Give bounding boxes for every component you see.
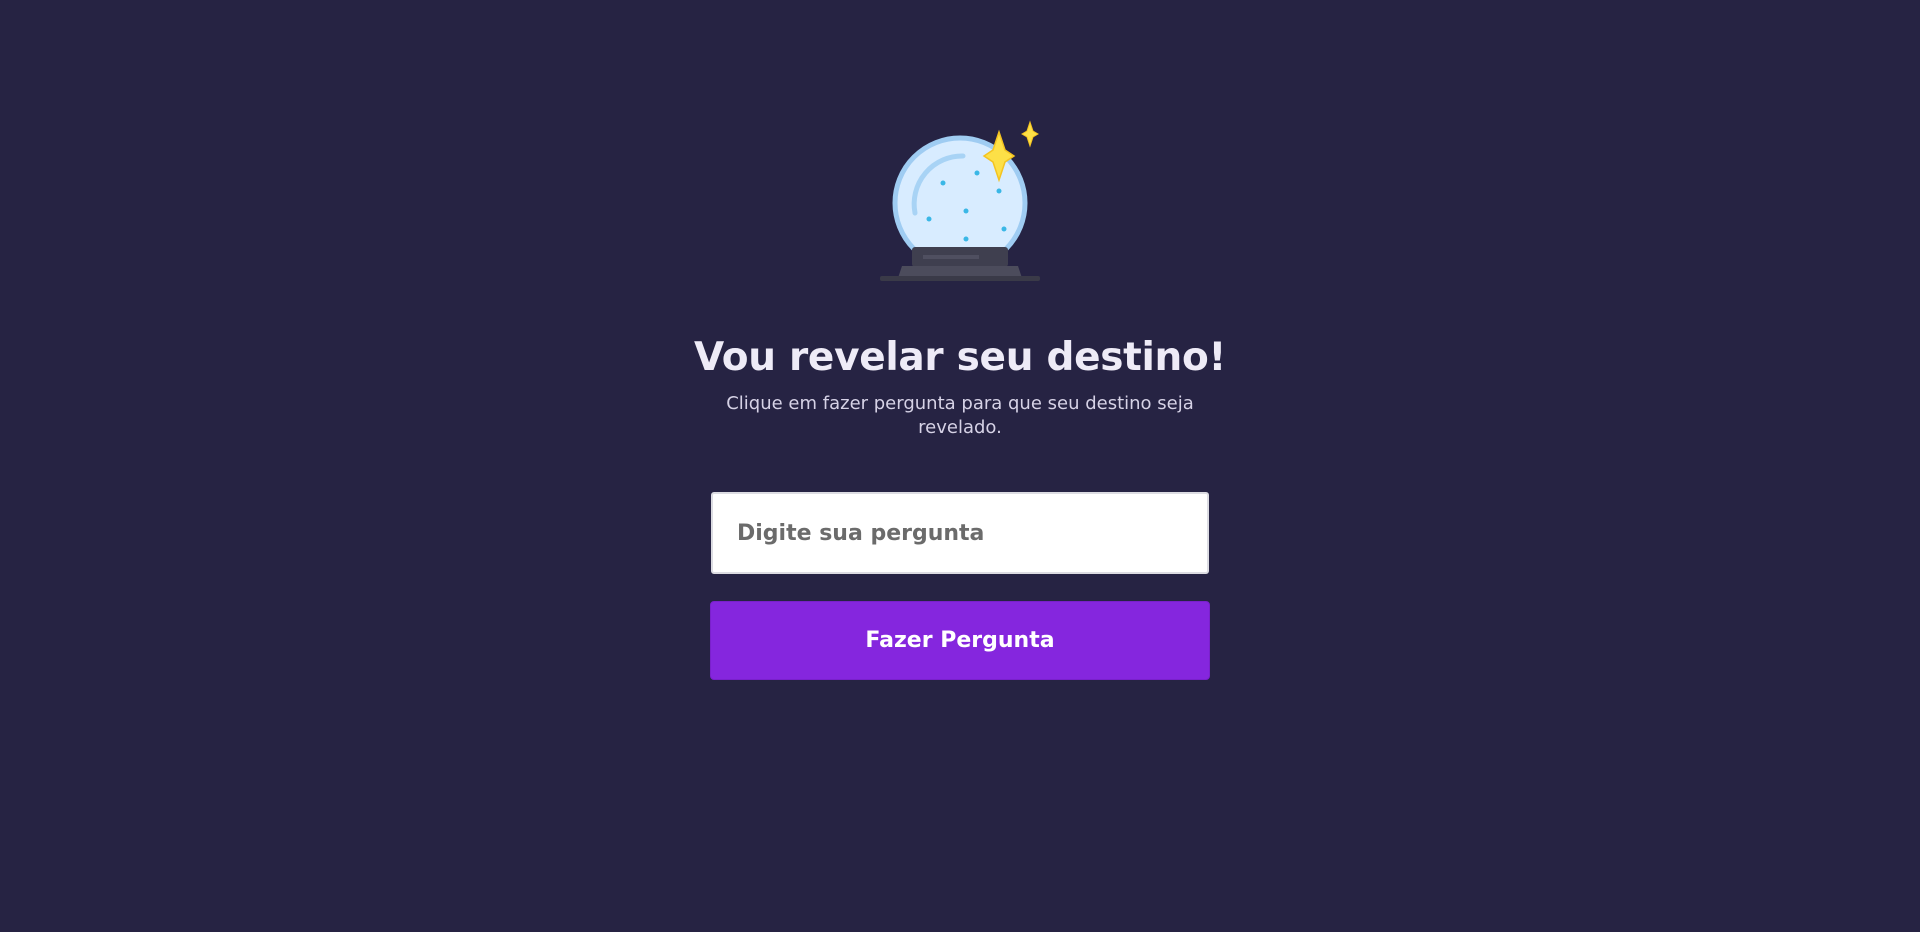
page-subtitle: Clique em fazer pergunta para que seu de… bbox=[726, 393, 1194, 438]
ask-question-button[interactable]: Fazer Pergunta bbox=[710, 601, 1210, 680]
page: Vou revelar seu destino! Clique em fazer… bbox=[0, 0, 1920, 932]
crystal-ball-icon bbox=[880, 120, 1040, 281]
page-title: Vou revelar seu destino! bbox=[694, 335, 1226, 380]
main-content: Vou revelar seu destino! Clique em fazer… bbox=[0, 330, 1920, 680]
question-input[interactable] bbox=[711, 492, 1209, 574]
